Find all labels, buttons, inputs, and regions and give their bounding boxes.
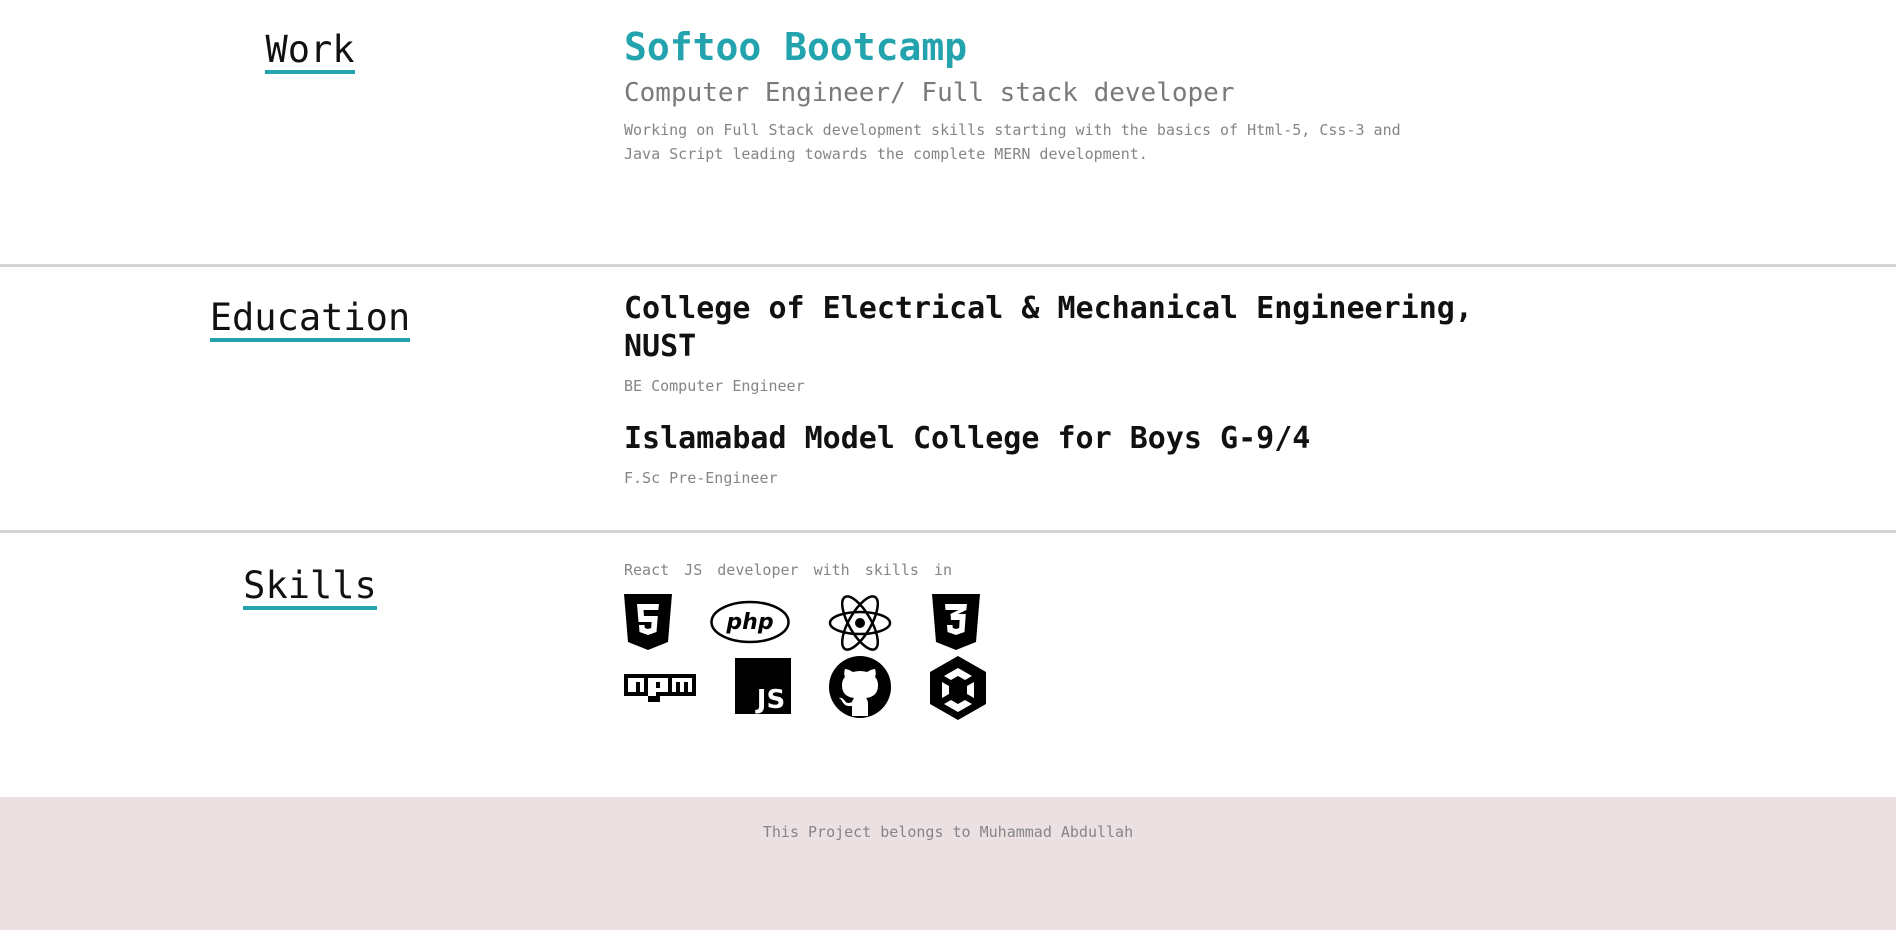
skills-intro: React JS developer with skills in [624,561,953,579]
education-section: Education College of Electrical & Mechan… [0,266,1896,530]
work-content: Softoo Bootcamp Computer Engineer/ Full … [624,24,1484,166]
work-heading: Work [0,28,620,74]
work-section: Work Softoo Bootcamp Computer Engineer/ … [0,0,1896,265]
school-name: College of Electrical & Mechanical Engin… [624,291,1473,364]
php-icon: php [710,600,790,644]
company-name: Softoo Bootcamp [624,25,968,69]
github-icon [829,656,891,718]
footer: This Project belongs to Muhammad Abdulla… [0,797,1896,930]
footer-text: This Project belongs to Muhammad Abdulla… [762,823,1134,841]
work-heading-text: Work [265,30,355,74]
skills-section: Skills React JS developer with skills in… [0,532,1896,797]
skills-heading: Skills [0,564,620,610]
svg-text:php: php [725,610,773,635]
education-heading: Education [0,296,620,342]
skills-content: React JS developer with skills in php JS [624,560,1324,724]
html5-icon [624,594,672,650]
skills-icon-grid: php JS [624,594,1024,724]
react-icon [828,595,892,651]
npm-icon [624,674,696,702]
job-description: Working on Full Stack development skills… [624,121,1401,163]
svg-text:JS: JS [755,685,785,714]
skills-heading-text: Skills [243,566,377,610]
job-role: Computer Engineer/ Full stack developer [624,78,1235,108]
education-heading-text: Education [209,298,411,342]
degree: F.Sc Pre-Engineer [624,469,778,487]
school-name: Islamabad Model College for Boys G-9/4 [624,421,1311,456]
education-content: College of Electrical & Mechanical Engin… [624,290,1484,488]
page: Work Softoo Bootcamp Computer Engineer/ … [0,0,1896,930]
css3-icon [932,594,980,650]
javascript-icon: JS [735,658,791,714]
unity-icon [930,656,986,720]
degree: BE Computer Engineer [624,377,805,395]
